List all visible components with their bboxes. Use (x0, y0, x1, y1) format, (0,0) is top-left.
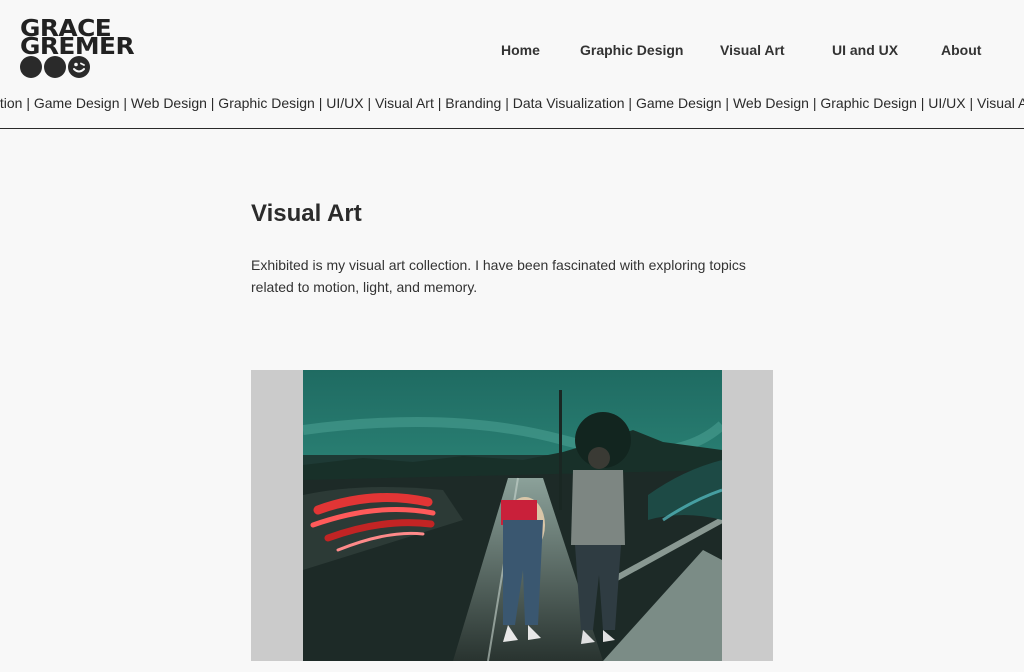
artwork-frame[interactable] (251, 370, 773, 661)
page-title: Visual Art (251, 200, 362, 227)
nav-ui-ux[interactable]: UI and UX (832, 42, 898, 58)
main-nav: Home Graphic Design Visual Art UI and UX… (0, 42, 1024, 62)
nav-visual-art[interactable]: Visual Art (720, 42, 785, 58)
ticker-text: ization | Game Design | Web Design | Gra… (0, 95, 1024, 111)
nav-home[interactable]: Home (501, 42, 540, 58)
painting-image (303, 370, 722, 661)
header-divider (0, 128, 1024, 129)
nav-graphic-design[interactable]: Graphic Design (580, 42, 683, 58)
header: GRACE GREMER Home Graphic Design Visual … (0, 0, 1024, 88)
nav-about[interactable]: About (941, 42, 981, 58)
page-description: Exhibited is my visual art collection. I… (251, 257, 746, 295)
category-ticker: ization | Game Design | Web Design | Gra… (0, 94, 1024, 116)
